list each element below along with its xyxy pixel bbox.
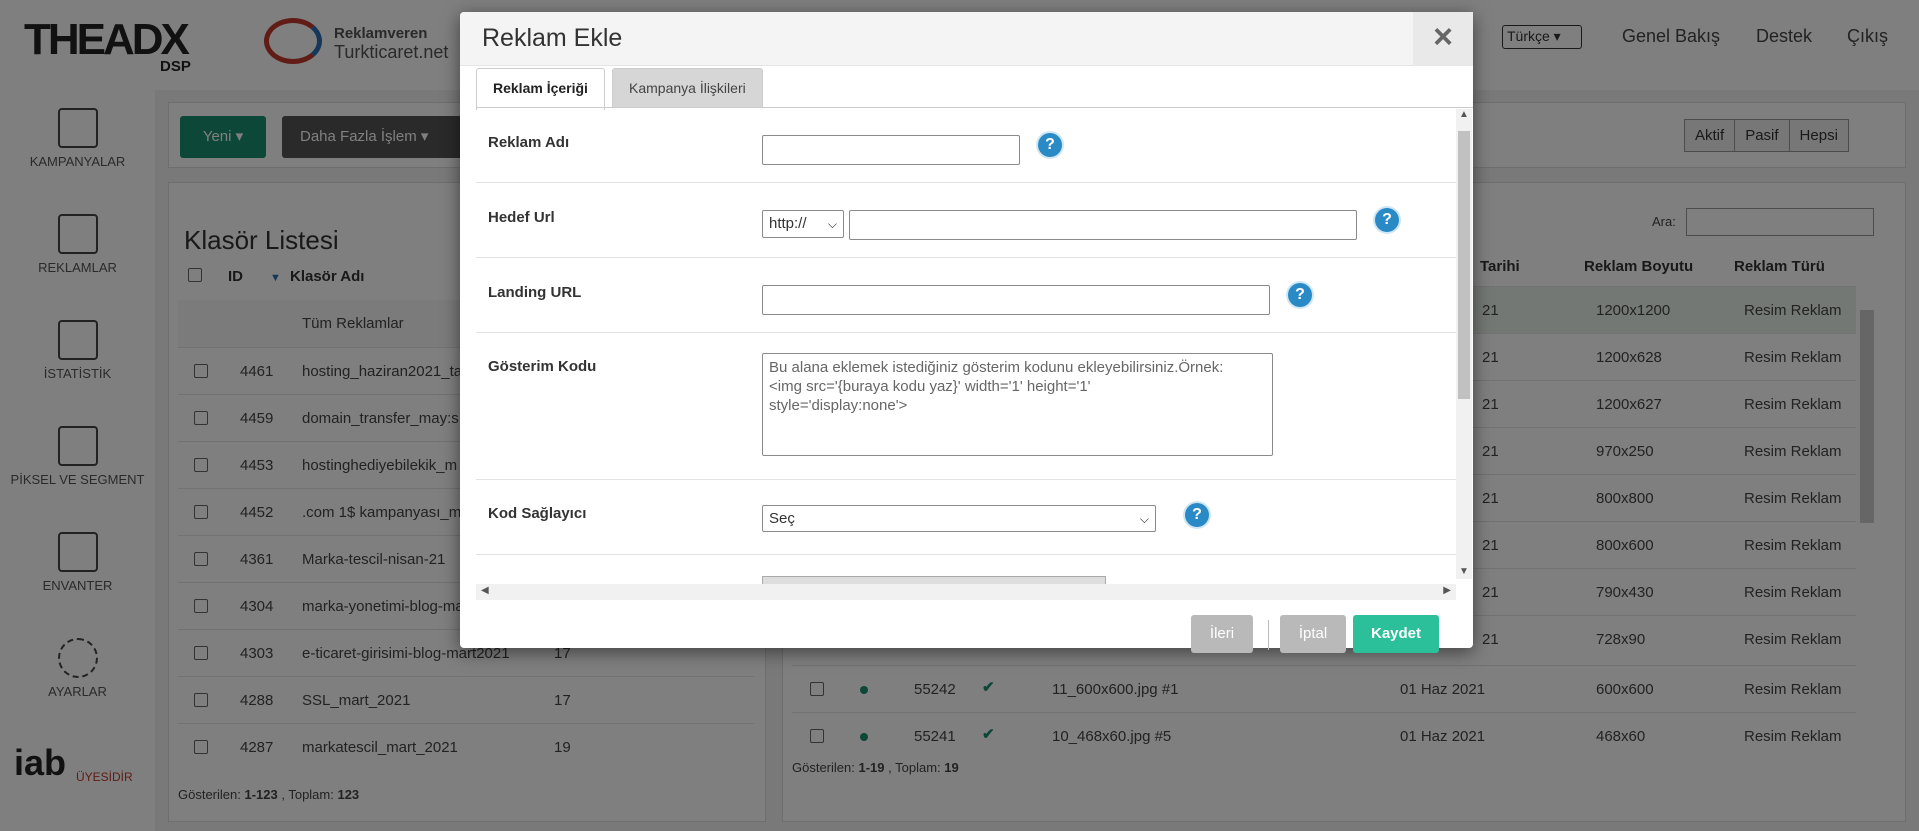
form-row-target-url: Hedef Url http://⌵ ? bbox=[476, 183, 1456, 258]
next-button[interactable]: İleri bbox=[1191, 615, 1253, 653]
ad-name-input[interactable] bbox=[762, 135, 1020, 165]
add-ad-modal: Reklam Ekle × Reklam İçeriği Kampanya İl… bbox=[460, 12, 1473, 653]
modal-header: Reklam Ekle × bbox=[460, 12, 1473, 66]
save-button[interactable]: Kaydet bbox=[1353, 615, 1439, 653]
ad-name-label: Reklam Adı bbox=[488, 134, 570, 151]
close-icon[interactable]: × bbox=[1413, 12, 1473, 66]
form-row-code-provider: Kod Sağlayıcı Seç ⌵ ? bbox=[476, 480, 1456, 555]
chevron-down-icon: ⌵ bbox=[827, 217, 837, 231]
scroll-up-icon[interactable]: ▲ bbox=[1459, 109, 1469, 120]
scroll-down-icon[interactable]: ▼ bbox=[1459, 566, 1469, 577]
scrollbar-thumb[interactable] bbox=[1458, 131, 1470, 399]
impression-code-textarea[interactable]: Bu alana eklemek istediğiniz gösterim ko… bbox=[762, 353, 1273, 456]
tab-ad-content[interactable]: Reklam İçeriği bbox=[476, 68, 605, 110]
target-url-input[interactable] bbox=[849, 210, 1357, 240]
partial-field bbox=[762, 576, 1106, 584]
code-provider-label: Kod Sağlayıcı bbox=[488, 505, 587, 522]
modal-horizontal-scrollbar[interactable]: ◀ ▶ bbox=[476, 584, 1456, 600]
help-icon[interactable]: ? bbox=[1038, 133, 1062, 157]
chevron-down-icon: ⌵ bbox=[1139, 512, 1149, 526]
cancel-button[interactable]: İptal bbox=[1280, 615, 1346, 653]
landing-url-label: Landing URL bbox=[488, 284, 582, 301]
form-row-landing-url: Landing URL ? bbox=[476, 258, 1456, 333]
modal-form: Reklam Adı ? Hedef Url http://⌵ ? Landin… bbox=[476, 107, 1473, 584]
tab-campaign-relations[interactable]: Kampanya İlişkileri bbox=[612, 68, 763, 108]
form-row-impression-code: Gösterim Kodu Bu alana eklemek istediğin… bbox=[476, 333, 1456, 480]
help-icon[interactable]: ? bbox=[1288, 283, 1312, 307]
scroll-right-icon[interactable]: ▶ bbox=[1443, 585, 1451, 596]
impression-code-label: Gösterim Kodu bbox=[488, 358, 597, 375]
landing-url-input[interactable] bbox=[762, 285, 1270, 315]
form-row-ad-name: Reklam Adı ? bbox=[476, 108, 1456, 183]
target-url-label: Hedef Url bbox=[488, 209, 555, 226]
scroll-left-icon[interactable]: ◀ bbox=[481, 585, 489, 596]
protocol-select[interactable]: http://⌵ bbox=[762, 210, 844, 238]
help-icon[interactable]: ? bbox=[1185, 503, 1209, 527]
code-provider-select[interactable]: Seç ⌵ bbox=[762, 505, 1156, 532]
button-divider bbox=[1268, 620, 1269, 650]
modal-vertical-scrollbar[interactable]: ▲ ▼ bbox=[1456, 109, 1472, 579]
help-icon[interactable]: ? bbox=[1375, 208, 1399, 232]
modal-footer: İleri İptal Kaydet bbox=[460, 600, 1473, 653]
modal-title: Reklam Ekle bbox=[482, 24, 623, 52]
